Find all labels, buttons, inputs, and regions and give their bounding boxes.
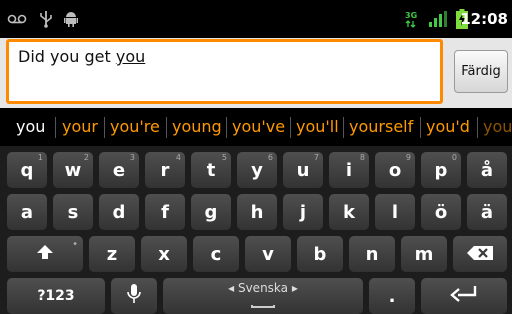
key-y[interactable]: y6 <box>237 152 277 188</box>
space-key[interactable]: ◂ Svenska ▸ <box>163 278 363 314</box>
suggestion-strip: you your you're young you've you'll your… <box>0 108 512 146</box>
suggestion-divider <box>55 117 56 138</box>
key-w[interactable]: w2 <box>53 152 93 188</box>
key-label: u <box>296 159 310 181</box>
space-bar-icon <box>251 305 275 308</box>
suggestion-divider <box>477 117 478 138</box>
typed-text: Did you get <box>18 47 116 66</box>
key-a-umlaut[interactable]: ä <box>467 194 507 230</box>
voicemail-icon <box>6 0 28 38</box>
shift-icon <box>36 244 54 265</box>
period-key[interactable]: . <box>369 278 415 314</box>
suggestion-item[interactable]: your <box>62 108 98 146</box>
suggestion-divider <box>166 117 167 138</box>
symbols-key[interactable]: ?123 <box>7 278 105 314</box>
key-m[interactable]: m <box>401 236 447 272</box>
key-b[interactable]: b <box>297 236 343 272</box>
key-d[interactable]: d <box>99 194 139 230</box>
key-hint: 3 <box>129 153 135 162</box>
shift-key[interactable]: • <box>7 236 83 272</box>
language-switch-label: ◂ Svenska ▸ <box>228 281 298 295</box>
key-hint: 9 <box>405 153 411 162</box>
key-label: q <box>20 159 34 181</box>
data-3g-icon: 3G <box>404 0 418 38</box>
key-hint: 0 <box>451 153 457 162</box>
key-o-umlaut[interactable]: ö <box>421 194 461 230</box>
key-t[interactable]: t5 <box>191 152 231 188</box>
key-c[interactable]: c <box>193 236 239 272</box>
suggestion-divider <box>290 117 291 138</box>
key-v[interactable]: v <box>245 236 291 272</box>
key-k[interactable]: k <box>329 194 369 230</box>
key-label: o <box>388 159 402 181</box>
key-i[interactable]: i8 <box>329 152 369 188</box>
clock: 12:08 <box>460 10 508 28</box>
key-label: å <box>480 159 494 181</box>
signal-icon <box>428 0 448 38</box>
status-bar: 3G 12:08 <box>0 0 512 38</box>
android-debug-icon <box>63 0 79 38</box>
key-j[interactable]: j <box>283 194 323 230</box>
key-o[interactable]: o9 <box>375 152 415 188</box>
key-hint: 4 <box>175 153 181 162</box>
key-q[interactable]: q1 <box>7 152 47 188</box>
microphone-icon <box>127 283 141 309</box>
key-hint: 7 <box>313 153 319 162</box>
suggestion-divider <box>343 117 344 138</box>
key-label: w <box>64 159 82 181</box>
key-h[interactable]: h <box>237 194 277 230</box>
key-l[interactable]: l <box>375 194 415 230</box>
key-hint: 2 <box>83 153 89 162</box>
composing-word: you <box>115 47 146 66</box>
suggestion-item[interactable]: you'd <box>426 108 470 146</box>
suggestion-item[interactable]: you've <box>232 108 285 146</box>
suggestion-item[interactable]: you <box>483 108 512 146</box>
svg-text:3G: 3G <box>405 11 417 20</box>
key-hint: 1 <box>37 153 43 162</box>
message-text-field[interactable]: Did you get you <box>6 39 443 104</box>
key-p[interactable]: p0 <box>421 152 461 188</box>
key-a-ring[interactable]: å <box>467 152 507 188</box>
key-label: y <box>251 159 263 181</box>
backspace-icon <box>467 244 493 265</box>
enter-icon <box>450 285 478 307</box>
shift-lock-indicator: • <box>72 239 78 250</box>
key-label: r <box>160 159 170 181</box>
suggestion-divider <box>226 117 227 138</box>
done-button[interactable]: Färdig <box>454 50 508 93</box>
text-input-area: Did you get you Färdig <box>0 38 512 108</box>
key-x[interactable]: x <box>141 236 187 272</box>
suggestion-divider <box>104 117 105 138</box>
key-a[interactable]: a <box>7 194 47 230</box>
suggestion-item[interactable]: yourself <box>349 108 413 146</box>
soft-keyboard: q1 w2 e3 r4 t5 y6 u7 i8 o9 p0 å a s d f … <box>0 146 512 314</box>
key-label: i <box>345 159 353 181</box>
message-text: Did you get you <box>18 47 145 66</box>
suggestion-item[interactable]: you'll <box>296 108 339 146</box>
suggestion-item[interactable]: young <box>172 108 222 146</box>
key-z[interactable]: z <box>89 236 135 272</box>
key-hint: 8 <box>359 153 365 162</box>
key-hint: 5 <box>221 153 227 162</box>
key-f[interactable]: f <box>145 194 185 230</box>
key-label: p <box>434 159 448 181</box>
suggestion-item[interactable]: you <box>16 108 45 146</box>
backspace-key[interactable] <box>453 236 507 272</box>
key-hint: 6 <box>267 153 273 162</box>
key-label: e <box>112 159 126 181</box>
key-label: t <box>206 159 216 181</box>
key-e[interactable]: e3 <box>99 152 139 188</box>
suggestion-item[interactable]: you're <box>110 108 160 146</box>
usb-icon <box>38 0 54 38</box>
enter-key[interactable] <box>421 278 507 314</box>
suggestion-divider <box>420 117 421 138</box>
key-r[interactable]: r4 <box>145 152 185 188</box>
key-u[interactable]: u7 <box>283 152 323 188</box>
key-s[interactable]: s <box>53 194 93 230</box>
key-n[interactable]: n <box>349 236 395 272</box>
key-g[interactable]: g <box>191 194 231 230</box>
voice-input-key[interactable] <box>111 278 157 314</box>
